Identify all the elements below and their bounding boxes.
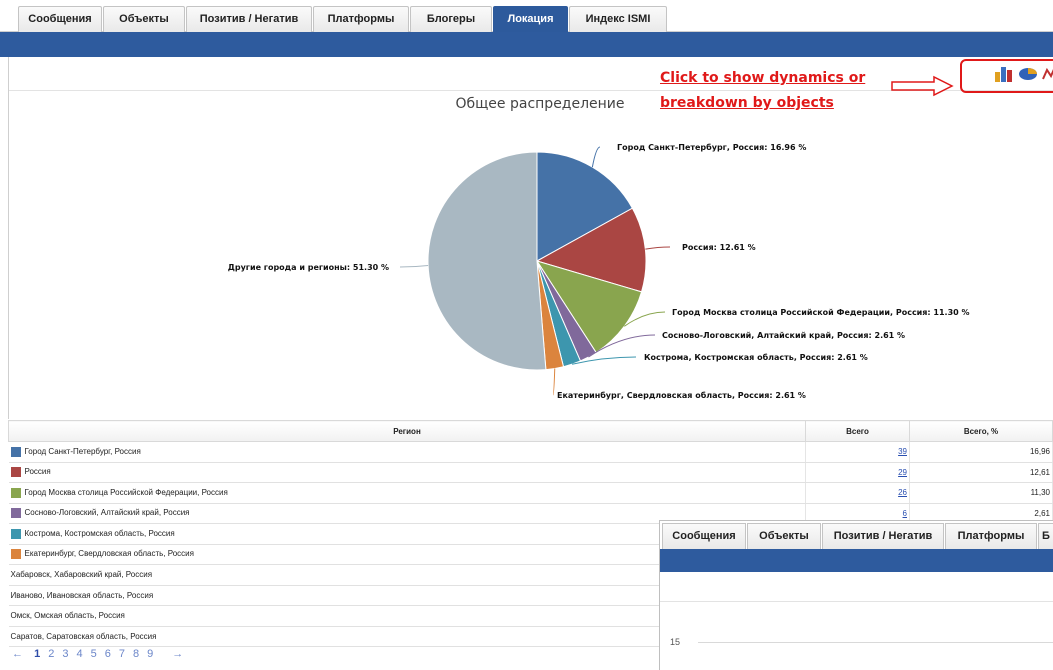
slice-label: Россия: 12.61 % (682, 243, 756, 252)
region-name: Хабаровск, Хабаровский край, Россия (10, 570, 153, 580)
region-name: Иваново, Ивановская область, Россия (10, 590, 154, 600)
slice-label: Город Москва столица Российской Федераци… (672, 308, 970, 317)
region-name: Город Санкт-Петербург, Россия (24, 446, 141, 456)
region-cell: Город Санкт-Петербург, Россия (8, 441, 806, 463)
total-link[interactable]: 6 (903, 509, 907, 518)
series-color-swatch (10, 467, 21, 478)
pager-page[interactable]: 2 (48, 648, 54, 660)
slice-label: Другие города и регионы: 51.30 % (228, 263, 389, 272)
pager-page[interactable]: 6 (105, 648, 111, 660)
overlay-toolbar-bar (660, 549, 1053, 572)
region-cell: Город Москва столица Российской Федераци… (8, 482, 806, 504)
table-row: Город Москва столица Российской Федераци… (8, 482, 1053, 504)
series-color-swatch (10, 446, 21, 457)
region-name: Екатеринбург, Свердловская область, Росс… (24, 549, 194, 559)
overlay-y-tick: 15 (670, 637, 681, 647)
total-cell: 39 (805, 441, 910, 463)
overlay-tab-positive-negative[interactable]: Позитив / Негатив (822, 523, 944, 549)
pager-page[interactable]: 3 (62, 648, 68, 660)
header-region[interactable]: Регион (8, 420, 806, 442)
label-connector (591, 146, 601, 168)
pie-chart: Город Санкт-Петербург, Россия: 16.96 % Ро… (228, 142, 970, 400)
pager-page[interactable]: 1 (34, 648, 40, 660)
pct-cell: 16,96 (909, 441, 1053, 463)
slice-label: Екатеринбург, Свердловская область, Росс… (557, 390, 806, 400)
region-name: Сосново-Логовский, Алтайский край, Росси… (24, 508, 190, 518)
table-row: Россия 29 12,61 (8, 462, 1053, 483)
series-color-swatch (10, 549, 21, 560)
total-link[interactable]: 39 (898, 447, 907, 456)
region-name: Россия (24, 467, 51, 477)
table-row: Город Санкт-Петербург, Россия 39 16,96 (8, 441, 1053, 463)
pager-prev[interactable]: ← (12, 648, 23, 660)
total-link[interactable]: 29 (898, 468, 907, 477)
pct-cell: 11,30 (909, 482, 1053, 504)
header-total-pct[interactable]: Всего, % (909, 420, 1053, 442)
total-link[interactable]: 26 (898, 488, 907, 497)
pager-page[interactable]: 5 (91, 648, 97, 660)
label-connector (645, 246, 671, 250)
pager-page[interactable]: 7 (119, 648, 125, 660)
dynamics-preview-panel: Сообщения Объекты Позитив / Негатив Плат… (659, 520, 1053, 670)
overlay-tab-platforms[interactable]: Платформы (945, 523, 1037, 549)
pager-page[interactable]: 8 (133, 648, 139, 660)
slice-label: Сосново-Логовский, Алтайский край, Росси… (662, 331, 905, 340)
total-cell: 26 (805, 482, 910, 504)
label-connector (552, 368, 556, 396)
pagination: ← 123456789 → (12, 648, 191, 660)
overlay-gridline (698, 642, 1053, 643)
overlay-tab-messages[interactable]: Сообщения (662, 523, 746, 549)
series-color-swatch (10, 487, 21, 498)
pager-next[interactable]: → (172, 648, 183, 660)
slice-label: Кострома, Костромская область, Россия: 2… (644, 352, 868, 362)
series-color-swatch (10, 528, 21, 539)
pager-page[interactable]: 4 (76, 648, 82, 660)
region-name: Кострома, Костромская область, Россия (24, 528, 175, 538)
pie-slice[interactable] (427, 151, 547, 371)
overlay-divider (660, 601, 1053, 602)
label-connector (399, 264, 429, 268)
overlay-tab-objects[interactable]: Объекты (747, 523, 821, 549)
region-name: Омск, Омская область, Россия (10, 611, 125, 621)
pager-page[interactable]: 9 (147, 648, 153, 660)
header-total[interactable]: Всего (805, 420, 910, 442)
region-name: Саратов, Саратовская область, Россия (10, 631, 157, 641)
slice-label: Город Санкт-Петербург, Россия: 16.96 % (617, 142, 806, 152)
region-cell: Россия (8, 462, 806, 483)
overlay-tab-bloggers[interactable]: Б (1038, 523, 1053, 549)
total-cell: 29 (805, 462, 910, 483)
region-name: Город Москва столица Российской Федераци… (24, 487, 228, 497)
pct-cell: 12,61 (909, 462, 1053, 483)
series-color-swatch (10, 508, 21, 519)
